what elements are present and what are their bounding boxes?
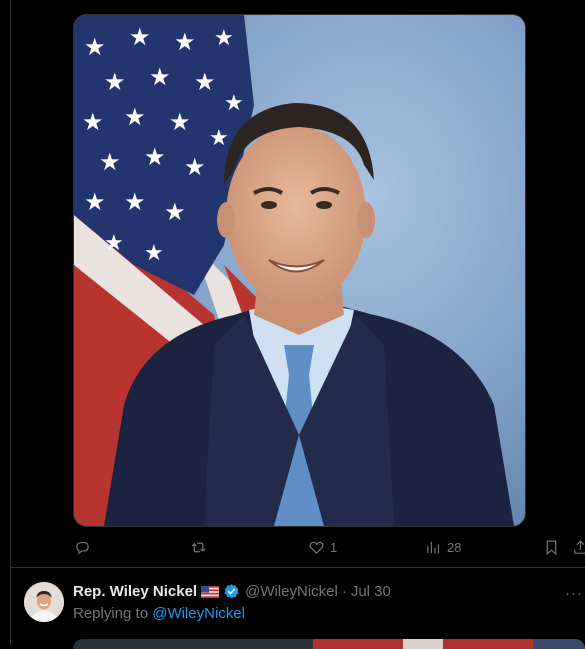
- heart-icon: [309, 541, 324, 554]
- face: [226, 125, 366, 305]
- reply-media-preview[interactable]: [73, 639, 585, 649]
- verified-badge-icon[interactable]: [223, 583, 240, 600]
- avatar[interactable]: [24, 582, 64, 622]
- display-name[interactable]: Rep. Wiley Nickel: [73, 583, 197, 600]
- bookmark-icon: [546, 540, 557, 555]
- reply-media-image: [73, 639, 585, 649]
- bookmark-button[interactable]: [543, 534, 560, 560]
- svg-text:★: ★: [174, 29, 196, 56]
- reply-header: Rep. Wiley Nickel @WileyNickel · Jul 30: [73, 583, 391, 600]
- like-button[interactable]: 1: [308, 534, 337, 560]
- svg-text:★: ★: [144, 144, 166, 171]
- svg-text:★: ★: [104, 230, 124, 255]
- svg-text:★: ★: [144, 240, 164, 265]
- svg-text:★: ★: [129, 24, 151, 51]
- reply-icon: [76, 541, 89, 554]
- retweet-icon: [191, 542, 206, 552]
- svg-text:★: ★: [99, 149, 121, 176]
- share-icon: [574, 539, 585, 554]
- retweet-button[interactable]: [190, 534, 212, 560]
- svg-text:★: ★: [224, 90, 244, 115]
- svg-text:★: ★: [82, 109, 104, 136]
- svg-text:★: ★: [149, 64, 171, 91]
- svg-text:★: ★: [184, 154, 206, 181]
- like-count: 1: [330, 539, 338, 555]
- svg-text:★: ★: [169, 109, 191, 136]
- bar-chart-icon: [427, 541, 440, 553]
- svg-text:★: ★: [84, 189, 106, 216]
- svg-text:★: ★: [104, 69, 126, 96]
- views-count: 28: [447, 539, 462, 555]
- svg-text:★: ★: [164, 199, 186, 226]
- reply-button[interactable]: [74, 534, 96, 560]
- user-handle[interactable]: @WileyNickel: [245, 583, 338, 600]
- replying-prefix: Replying to: [73, 605, 153, 622]
- svg-text:★: ★: [124, 189, 146, 216]
- svg-text:★: ★: [209, 125, 229, 150]
- more-options-icon[interactable]: ···: [565, 585, 583, 602]
- separator-dot: ·: [341, 583, 347, 600]
- svg-text:★: ★: [194, 69, 216, 96]
- tweet-date[interactable]: Jul 30: [351, 583, 391, 600]
- replying-mention-link[interactable]: @WileyNickel: [152, 605, 245, 622]
- svg-text:★: ★: [124, 104, 146, 131]
- tweet-media-photo[interactable]: ★ ★ ★ ★ ★ ★ ★ ★ ★ ★ ★ ★ ★ ★ ★ ★ ★ ★ ★ ★: [73, 14, 526, 527]
- reply-tweet[interactable]: Rep. Wiley Nickel @WileyNickel · Jul 30 …: [0, 568, 585, 649]
- svg-text:★: ★: [214, 25, 234, 50]
- tweet-action-bar: 1 28: [0, 534, 585, 560]
- portrait-image: ★ ★ ★ ★ ★ ★ ★★ ★ ★ ★★ ★ ★ ★ ★ ★ ★ ★ ★: [74, 15, 525, 526]
- share-button[interactable]: [572, 534, 585, 560]
- svg-text:★: ★: [84, 34, 106, 61]
- views-button[interactable]: 28: [425, 534, 461, 560]
- avatar-photo: [24, 582, 64, 622]
- us-flag-emoji: [201, 585, 220, 598]
- replying-to-line: Replying to @WileyNickel: [73, 605, 245, 622]
